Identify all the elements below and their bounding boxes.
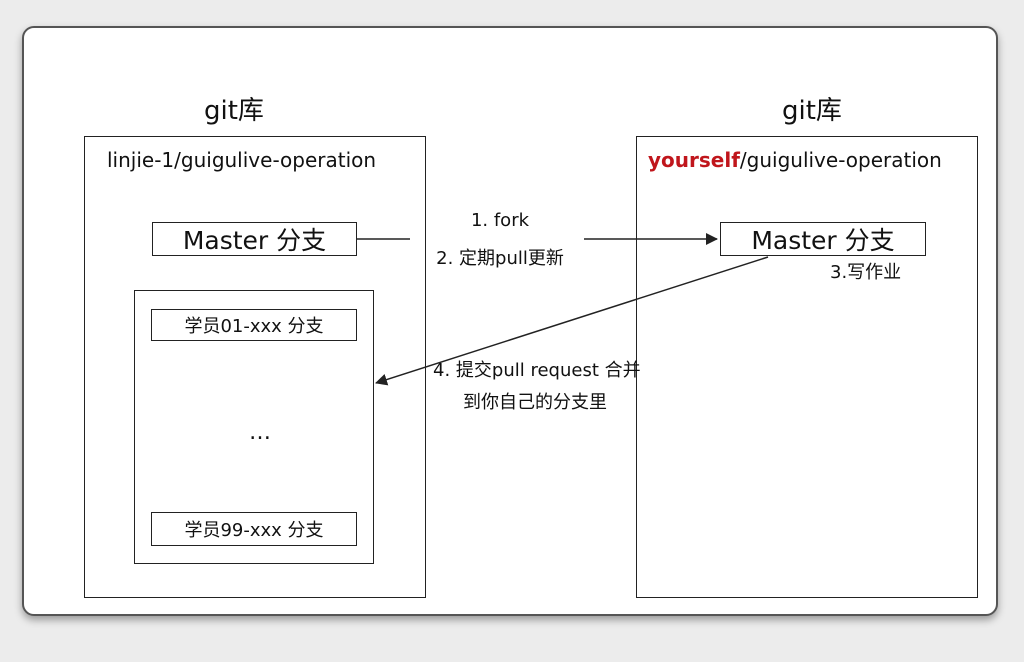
page: git库 linjie-1/guigulive-operation Master… (0, 0, 1024, 662)
student-branch-first: 学员01-xxx 分支 (151, 309, 357, 341)
right-master-branch: Master 分支 (720, 222, 926, 256)
left-repo-title: git库 (204, 96, 264, 126)
student-branch-ellipsis: … (249, 420, 271, 445)
student-branch-last: 学员99-xxx 分支 (151, 512, 357, 546)
right-repo-box (636, 136, 978, 598)
left-master-branch: Master 分支 (152, 222, 357, 256)
step-2-label: 2. 定期pull更新 (436, 248, 564, 269)
right-repo-name-rest: /guigulive-operation (739, 148, 942, 172)
step-4-label-line1: 4. 提交pull request 合并 (433, 360, 641, 381)
step-4-label-line2: 到你自己的分支里 (463, 392, 607, 413)
step-1-label: 1. fork (470, 210, 530, 231)
left-repo-name: linjie-1/guigulive-operation (107, 148, 377, 172)
step-3-label: 3.写作业 (830, 262, 902, 283)
right-repo-name: yourself/guigulive-operation (648, 148, 942, 172)
right-repo-owner: yourself (648, 148, 740, 172)
right-repo-title: git库 (782, 96, 842, 126)
